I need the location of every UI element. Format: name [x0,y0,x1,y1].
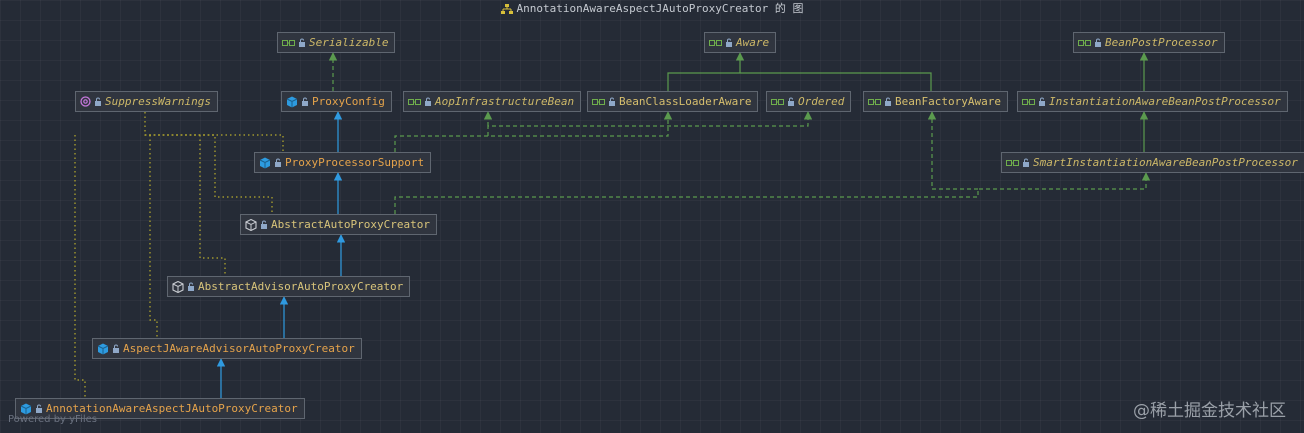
edge-aapc-implements-smart [394,172,1151,214]
interface-icon [771,97,784,107]
edge-pps-implements-aopinfra [487,111,813,136]
node-label: AbstractAutoProxyCreator [271,218,430,231]
public-lock-icon [1022,158,1030,167]
node-label: SmartInstantiationAwareBeanPostProcessor [1033,156,1298,169]
edge-pps-implements-beanclassloaderaware [394,111,673,152]
node-bean-factory-aware[interactable]: BeanFactoryAware [863,91,1008,112]
public-lock-icon [725,38,733,47]
node-serializable[interactable]: Serializable [277,32,396,53]
edge-annot-aspectj [149,135,158,338]
node-instantiation-aware-bpp[interactable]: InstantiationAwareBeanPostProcessor [1017,91,1288,112]
node-label: Aware [736,36,770,49]
edge-annot-pps [144,112,284,152]
node-label: BeanFactoryAware [895,95,1001,108]
interface-icon [1006,158,1019,168]
node-label: BeanPostProcessor [1105,36,1218,49]
edge-annot-annotationaware [74,135,86,398]
abstract-class-icon [245,218,257,231]
edge-bpp-aware [667,72,932,91]
abstract-class-icon [172,280,184,293]
public-lock-icon [94,97,102,106]
node-label: BeanClassLoaderAware [619,95,752,108]
node-label: AspectJAwareAdvisorAutoProxyCreator [123,342,355,355]
class-icon [20,403,32,415]
node-smart-instantiation-aware-bpp[interactable]: SmartInstantiationAwareBeanPostProcessor [1001,152,1304,173]
public-lock-icon [301,97,309,106]
public-lock-icon [1038,97,1046,106]
node-label: InstantiationAwareBeanPostProcessor [1049,95,1281,108]
node-suppress-warnings[interactable]: SuppressWarnings [75,91,218,112]
node-label: AopInfrastructureBean [435,95,575,108]
node-bean-post-processor[interactable]: BeanPostProcessor [1073,32,1225,53]
public-lock-icon [884,97,892,106]
edge-aapc-implements-beanfactoryaware [927,111,978,190]
interface-icon [1022,97,1035,107]
interface-icon [408,97,421,107]
node-label: SuppressWarnings [105,95,211,108]
public-lock-icon [112,344,120,353]
node-aspectj-aware-advisor-auto-proxy-creator[interactable]: AspectJAwareAdvisorAutoProxyCreator [92,338,362,359]
interface-icon [709,38,722,48]
node-aware[interactable]: Aware [704,32,777,53]
class-icon [97,343,109,355]
interface-icon [1078,38,1091,48]
node-proxy-config[interactable]: ProxyConfig [281,91,392,112]
public-lock-icon [35,404,43,413]
edge-annot-aapc [145,134,273,214]
node-ordered[interactable]: Ordered [766,91,852,112]
public-lock-icon [1094,38,1102,47]
node-aop-infrastructure-bean[interactable]: AopInfrastructureBean [403,91,582,112]
public-lock-icon [424,97,432,106]
powered-by-footer: Powered by yFiles [8,414,97,425]
public-lock-icon [187,282,195,291]
node-label: AbstractAdvisorAutoProxyCreator [198,280,404,293]
public-lock-icon [260,220,268,229]
node-abstract-auto-proxy-creator[interactable]: AbstractAutoProxyCreator [240,214,437,235]
site-watermark: @稀土掘金技术社区 [1133,401,1286,421]
edge-layer [74,52,1151,398]
edge-annot-abstractadvisor [199,135,226,276]
interface-icon [282,38,295,48]
interface-icon [592,97,605,107]
public-lock-icon [274,158,282,167]
class-icon [259,157,271,169]
class-icon [286,96,298,108]
node-proxy-processor-support[interactable]: ProxyProcessorSupport [254,152,432,173]
node-bean-class-loader-aware[interactable]: BeanClassLoaderAware [587,91,759,112]
node-label: ProxyProcessorSupport [285,156,425,169]
public-lock-icon [787,97,795,106]
public-lock-icon [608,97,616,106]
public-lock-icon [298,38,306,47]
interface-icon [868,97,881,107]
node-label: ProxyConfig [312,95,385,108]
node-label: Serializable [309,36,389,49]
annotation-icon [80,96,91,107]
node-label: Ordered [798,95,845,108]
node-abstract-advisor-auto-proxy-creator[interactable]: AbstractAdvisorAutoProxyCreator [167,276,411,297]
